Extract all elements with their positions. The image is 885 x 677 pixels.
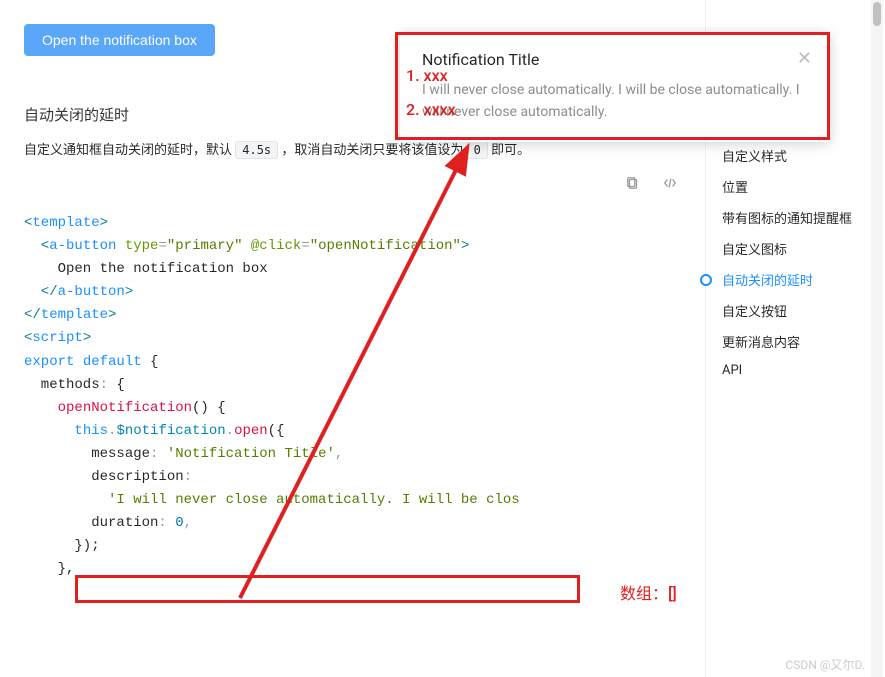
sidebar-item[interactable]: 自定义按钮 — [706, 295, 885, 326]
watermark: CSDN @又尔D. — [785, 656, 865, 673]
sidebar-item[interactable]: 带有图标的通知提醒框 — [706, 202, 885, 233]
open-notification-button[interactable]: Open the notification box — [24, 24, 215, 56]
sidebar-item[interactable]: 更新消息内容 — [706, 326, 885, 357]
notification-body: I will never close automatically. I will… — [422, 79, 808, 124]
sidebar-item-active[interactable]: 自动关闭的延时 — [706, 264, 885, 295]
sidebar-item[interactable]: API — [706, 357, 885, 384]
section-desc: 自定义通知框自动关闭的延时，默认 4.5s ，取消自动关闭只要将该值设为 0 即… — [24, 139, 689, 158]
inline-code: 4.5s — [235, 141, 278, 159]
inline-code: 0 — [467, 141, 488, 159]
desc-text: 即可。 — [491, 143, 530, 158]
sidebar-item[interactable]: 位置 — [706, 171, 885, 202]
notification-popup: Notification Title I will never close au… — [400, 32, 830, 142]
code-toolbar — [24, 176, 689, 200]
code-icon[interactable] — [653, 176, 677, 200]
copy-icon[interactable] — [616, 176, 640, 200]
desc-text: 自定义通知框自动关闭的延时，默认 — [24, 143, 232, 158]
notification-title: Notification Title — [422, 50, 808, 69]
scrollbar-thumb[interactable] — [873, 2, 881, 26]
vertical-scrollbar[interactable]: ▴ — [871, 0, 883, 677]
close-icon[interactable]: ✕ — [797, 48, 812, 69]
sidebar-item[interactable]: 自定义图标 — [706, 233, 885, 264]
sidebar-item[interactable]: 自定义样式 — [706, 140, 885, 171]
code-block: <template> <a-button type="primary" @cli… — [24, 212, 689, 582]
desc-text: ，取消自动关闭只要将该值设为 — [281, 143, 463, 158]
